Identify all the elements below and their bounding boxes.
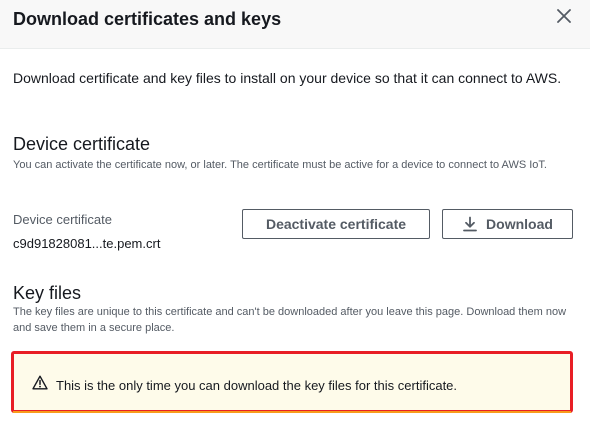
modal-title: Download certificates and keys bbox=[13, 9, 282, 29]
warning-icon bbox=[32, 375, 48, 395]
download-certificate-button[interactable]: Download bbox=[442, 209, 573, 239]
key-files-description: The key files are unique to this certifi… bbox=[13, 306, 567, 334]
warning-alert: This is the only time you can download t… bbox=[11, 351, 573, 413]
key-files-heading: Key files bbox=[13, 283, 82, 303]
close-icon bbox=[557, 8, 571, 28]
close-button[interactable] bbox=[552, 6, 576, 30]
device-certificate-description: You can activate the certificate now, or… bbox=[13, 159, 547, 171]
device-certificate-label: Device certificate bbox=[13, 212, 112, 227]
download-icon bbox=[462, 216, 478, 232]
certificate-file-name: c9d91828081...te.pem.crt bbox=[13, 236, 161, 251]
modal-header: Download certificates and keys bbox=[0, 0, 590, 49]
device-certificate-heading: Device certificate bbox=[13, 134, 151, 154]
deactivate-certificate-button[interactable]: Deactivate certificate bbox=[242, 209, 430, 239]
warning-alert-text: This is the only time you can download t… bbox=[56, 377, 458, 393]
alert-underline bbox=[13, 411, 571, 413]
intro-text: Download certificate and key files to in… bbox=[13, 70, 562, 86]
download-button-label: Download bbox=[486, 216, 553, 232]
